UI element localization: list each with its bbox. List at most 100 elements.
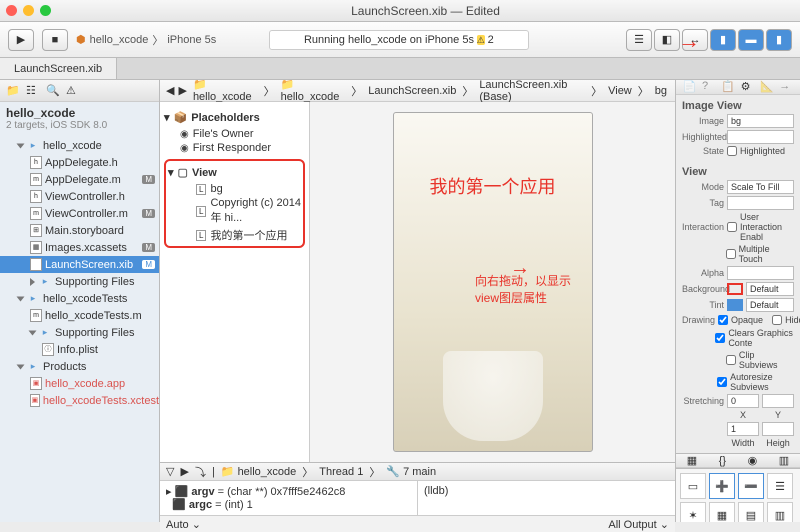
inspector-panel: 📄 ? 📋 ⚙ 📐 → → Image View Imagebg Highlig… bbox=[675, 80, 800, 522]
jump-bar[interactable]: ◀ ▶ 📁 hello_xcode〉 📁 hello_xcode〉 Launch… bbox=[160, 80, 675, 102]
console-view[interactable]: (lldb) bbox=[418, 481, 675, 515]
annotation-text: 向右拖动，以显示view图层属性 bbox=[475, 272, 585, 306]
warning-badge[interactable]: ⚠ bbox=[477, 35, 485, 45]
run-button[interactable]: ▶ bbox=[8, 29, 34, 51]
view-header[interactable]: ▾▢ View bbox=[168, 166, 301, 179]
clears-checkbox[interactable] bbox=[715, 333, 725, 343]
file-inspector-icon[interactable]: 📄 bbox=[683, 80, 697, 94]
nav-folder[interactable]: ▸Supporting Files bbox=[0, 273, 159, 290]
variables-view[interactable]: ▸ ⬛ argv = (char **) 0x7fff5e2462c8 ⬛ ar… bbox=[160, 481, 418, 515]
lib-item[interactable]: ▭ bbox=[680, 473, 706, 499]
stretch-h[interactable] bbox=[762, 422, 794, 436]
lib-tab-icon[interactable]: ▥ bbox=[779, 454, 789, 467]
back-button[interactable]: ◀ bbox=[166, 84, 174, 97]
debug-hide-button[interactable]: ▽ bbox=[166, 465, 174, 478]
lib-item[interactable]: ➖ bbox=[738, 473, 764, 499]
nav-file[interactable]: ⓘInfo.plist bbox=[0, 341, 159, 358]
debug-continue-button[interactable]: ▶ bbox=[180, 465, 188, 478]
highlighted-field[interactable] bbox=[727, 130, 794, 144]
document-outline: ▾📦 Placeholders ◉ File's Owner ◉ First R… bbox=[160, 102, 310, 462]
pane-debug-button[interactable]: ▬ bbox=[738, 29, 764, 51]
search-nav-icon[interactable]: 🔍 bbox=[46, 84, 60, 98]
nav-file[interactable]: hViewController.h bbox=[0, 188, 159, 205]
opaque-checkbox[interactable] bbox=[718, 315, 728, 325]
project-navigator: 📁 ☷ 🔍 ⚠ hello_xcode 2 targets, iOS SDK 8… bbox=[0, 80, 160, 522]
outline-item[interactable]: ◉ First Responder bbox=[164, 141, 305, 155]
connections-inspector-icon[interactable]: → bbox=[779, 80, 793, 94]
nav-folder[interactable]: ▸hello_xcodeTests bbox=[0, 290, 159, 307]
debug-step-button[interactable]: ⤵ bbox=[195, 464, 206, 480]
help-inspector-icon[interactable]: ? bbox=[702, 80, 716, 94]
traffic-lights[interactable] bbox=[6, 5, 51, 16]
nav-file[interactable]: ▣hello_xcode.app bbox=[0, 375, 159, 392]
attributes-inspector-icon[interactable]: ⚙ bbox=[741, 80, 755, 94]
minimize-dot[interactable] bbox=[23, 5, 34, 16]
nav-file[interactable]: mViewController.mM bbox=[0, 205, 159, 222]
image-field[interactable]: bg bbox=[727, 114, 794, 128]
tag-field[interactable] bbox=[727, 196, 794, 210]
lib-item[interactable]: ☰ bbox=[767, 473, 793, 499]
zoom-dot[interactable] bbox=[40, 5, 51, 16]
state-checkbox[interactable] bbox=[727, 146, 737, 156]
nav-file[interactable]: mAppDelegate.mM bbox=[0, 171, 159, 188]
mode-select[interactable]: Scale To Fill bbox=[727, 180, 794, 194]
issue-nav-icon[interactable]: ⚠ bbox=[66, 84, 80, 98]
stop-button[interactable]: ■ bbox=[42, 29, 68, 51]
project-header[interactable]: hello_xcode 2 targets, iOS SDK 8.0 bbox=[0, 102, 159, 135]
lib-item[interactable]: ➕ bbox=[709, 473, 735, 499]
nav-file[interactable]: ▣hello_xcodeTests.xctest bbox=[0, 392, 159, 409]
identity-inspector-icon[interactable]: 📋 bbox=[721, 80, 735, 94]
multitouch-checkbox[interactable] bbox=[726, 249, 736, 259]
app-title-label: 我的第一个应用 bbox=[430, 173, 556, 199]
outline-item[interactable]: ◉ File's Owner bbox=[164, 127, 305, 141]
bg-swatch[interactable] bbox=[727, 283, 743, 295]
forward-button[interactable]: ▶ bbox=[178, 84, 186, 97]
outline-item[interactable]: L bg bbox=[168, 182, 301, 196]
lib-item[interactable]: ✶ bbox=[680, 502, 706, 522]
user-interaction-checkbox[interactable] bbox=[727, 222, 737, 232]
editor-assistant-button[interactable]: ◧ bbox=[654, 29, 680, 51]
file-tab[interactable]: LaunchScreen.xib bbox=[0, 58, 117, 79]
nav-folder[interactable]: ▸hello_xcode bbox=[0, 137, 159, 154]
background-image bbox=[443, 351, 543, 441]
highlight-box: ▾▢ View L bg L Copyright (c) 2014年 hi...… bbox=[164, 159, 305, 248]
nav-file-selected[interactable]: ⊞LaunchScreen.xibM bbox=[0, 256, 159, 273]
tint-select[interactable]: Default bbox=[746, 298, 794, 312]
nav-folder[interactable]: ▸Products bbox=[0, 358, 159, 375]
editor-standard-button[interactable]: ☰ bbox=[626, 29, 652, 51]
tint-swatch[interactable] bbox=[727, 299, 743, 311]
canvas-area[interactable]: 我的第一个应用 → 向右拖动，以显示view图层属性 bbox=[310, 102, 675, 462]
folder-nav-icon[interactable]: 📁 bbox=[6, 84, 20, 98]
nav-file[interactable]: hAppDelegate.h bbox=[0, 154, 159, 171]
alpha-field[interactable] bbox=[727, 266, 794, 280]
stretch-w[interactable]: 1 bbox=[727, 422, 759, 436]
lib-item[interactable]: ▦ bbox=[709, 502, 735, 522]
lib-tab-icon[interactable]: {} bbox=[719, 455, 726, 467]
outline-item[interactable]: L Copyright (c) 2014年 hi... bbox=[168, 196, 301, 226]
nav-file[interactable]: ▦Images.xcassetsM bbox=[0, 239, 159, 256]
stretch-x[interactable]: 0 bbox=[727, 394, 759, 408]
scheme-breadcrumb[interactable]: ⬢ hello_xcode 〉 iPhone 5s bbox=[76, 32, 216, 48]
lib-tab-icon[interactable]: ◉ bbox=[748, 454, 758, 467]
lib-tab-icon[interactable]: ▦ bbox=[687, 454, 697, 467]
nav-folder[interactable]: ▸Supporting Files bbox=[0, 324, 159, 341]
activity-status: Running hello_xcode on iPhone 5s ⚠ 2 bbox=[269, 30, 529, 50]
auto-selector[interactable]: Auto ⌄ bbox=[166, 518, 201, 531]
nav-file[interactable]: mhello_xcodeTests.m bbox=[0, 307, 159, 324]
pane-nav-button[interactable]: ▮ bbox=[710, 29, 736, 51]
output-selector[interactable]: All Output ⌄ bbox=[608, 518, 669, 531]
nav-file[interactable]: ⊞Main.storyboard bbox=[0, 222, 159, 239]
hidden-checkbox[interactable] bbox=[772, 315, 782, 325]
lib-item[interactable]: ▥ bbox=[767, 502, 793, 522]
clip-checkbox[interactable] bbox=[726, 355, 736, 365]
close-dot[interactable] bbox=[6, 5, 17, 16]
stretch-y[interactable] bbox=[762, 394, 794, 408]
bg-select[interactable]: Default bbox=[746, 282, 794, 296]
symbol-nav-icon[interactable]: ☷ bbox=[26, 84, 40, 98]
outline-item[interactable]: L 我的第一个应用 bbox=[168, 226, 301, 244]
size-inspector-icon[interactable]: 📐 bbox=[760, 80, 774, 94]
autoresize-checkbox[interactable] bbox=[717, 377, 727, 387]
pane-util-button[interactable]: ▮ bbox=[766, 29, 792, 51]
lib-item[interactable]: ▤ bbox=[738, 502, 764, 522]
placeholders-header[interactable]: ▾📦 Placeholders bbox=[164, 111, 305, 124]
